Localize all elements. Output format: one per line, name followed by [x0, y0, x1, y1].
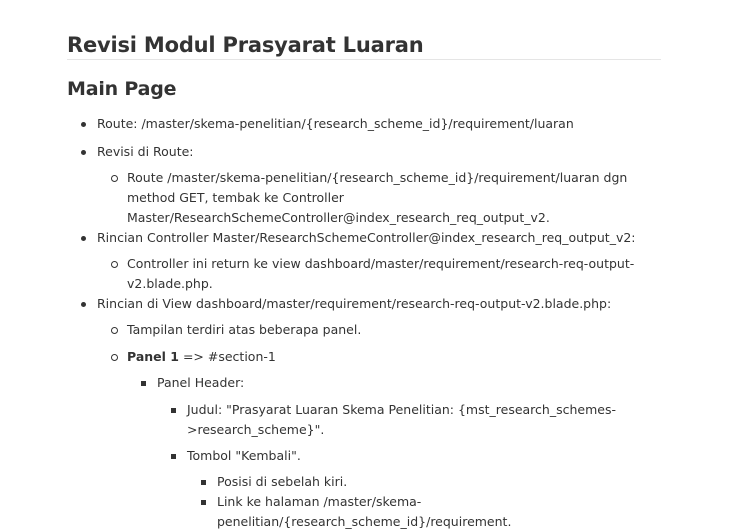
square-bullet-icon [141, 381, 146, 386]
square-bullet-icon [171, 408, 176, 413]
list-item-tombol: Tombol "Kembali". Posisi di sebelah kiri… [157, 446, 661, 532]
list-item-judul: Judul: "Prasyarat Luaran Skema Penelitia… [157, 400, 661, 440]
circle-bullet-icon [111, 175, 118, 182]
main-list: Route: /master/skema-penelitian/{researc… [67, 114, 661, 532]
document-content: Revisi Modul Prasyarat Luaran Main Page … [67, 0, 661, 532]
circle-bullet-icon [111, 354, 118, 361]
square-bullet-icon [171, 454, 176, 459]
section-heading: Main Page [67, 78, 177, 100]
list-item-revisi-route-detail: Route /master/skema-penelitian/{research… [97, 168, 661, 228]
tombol-sublist: Posisi di sebelah kiri. Link ke halaman … [187, 472, 661, 532]
disc-bullet-icon [81, 236, 86, 241]
list-item-link: Link ke halaman /master/skema- penelitia… [187, 492, 661, 532]
list-item-revisi-route: Revisi di Route: Route /master/skema-pen… [67, 142, 661, 228]
disc-bullet-icon [81, 302, 86, 307]
list-item-posisi: Posisi di sebelah kiri. [187, 472, 661, 492]
panel-1-label: Panel 1 [127, 349, 179, 364]
list-item-route: Route: /master/skema-penelitian/{researc… [67, 114, 661, 134]
circle-bullet-icon [111, 327, 118, 334]
panel-1-anchor: => #section-1 [178, 349, 276, 364]
list-item-rincian-view: Rincian di View dashboard/master/require… [67, 294, 661, 532]
rincian-controller-sublist: Controller ini return ke view dashboard/… [97, 254, 661, 294]
list-item-panel-header: Panel Header: Judul: "Prasyarat Luaran S… [127, 373, 661, 532]
disc-bullet-icon [81, 150, 86, 155]
revisi-route-sublist: Route /master/skema-penelitian/{research… [97, 168, 661, 228]
list-item-panel-1: Panel 1 => #section-1 Panel Header: Judu… [97, 347, 661, 532]
list-item-rincian-controller-detail: Controller ini return ke view dashboard/… [97, 254, 661, 294]
list-item-rincian-controller: Rincian Controller Master/ResearchScheme… [67, 228, 661, 294]
page-title: Revisi Modul Prasyarat Luaran [67, 33, 424, 57]
panel-1-sublist: Panel Header: Judul: "Prasyarat Luaran S… [127, 373, 661, 532]
disc-bullet-icon [81, 122, 86, 127]
panel-header-sublist: Judul: "Prasyarat Luaran Skema Penelitia… [157, 400, 661, 532]
square-bullet-icon [201, 480, 206, 485]
rincian-view-sublist: Tampilan terdiri atas beberapa panel. Pa… [97, 320, 661, 532]
list-item-tampilan: Tampilan terdiri atas beberapa panel. [97, 320, 661, 340]
document-page: Revisi Modul Prasyarat Luaran Main Page … [0, 0, 754, 532]
circle-bullet-icon [111, 261, 118, 268]
square-bullet-icon [201, 500, 206, 505]
